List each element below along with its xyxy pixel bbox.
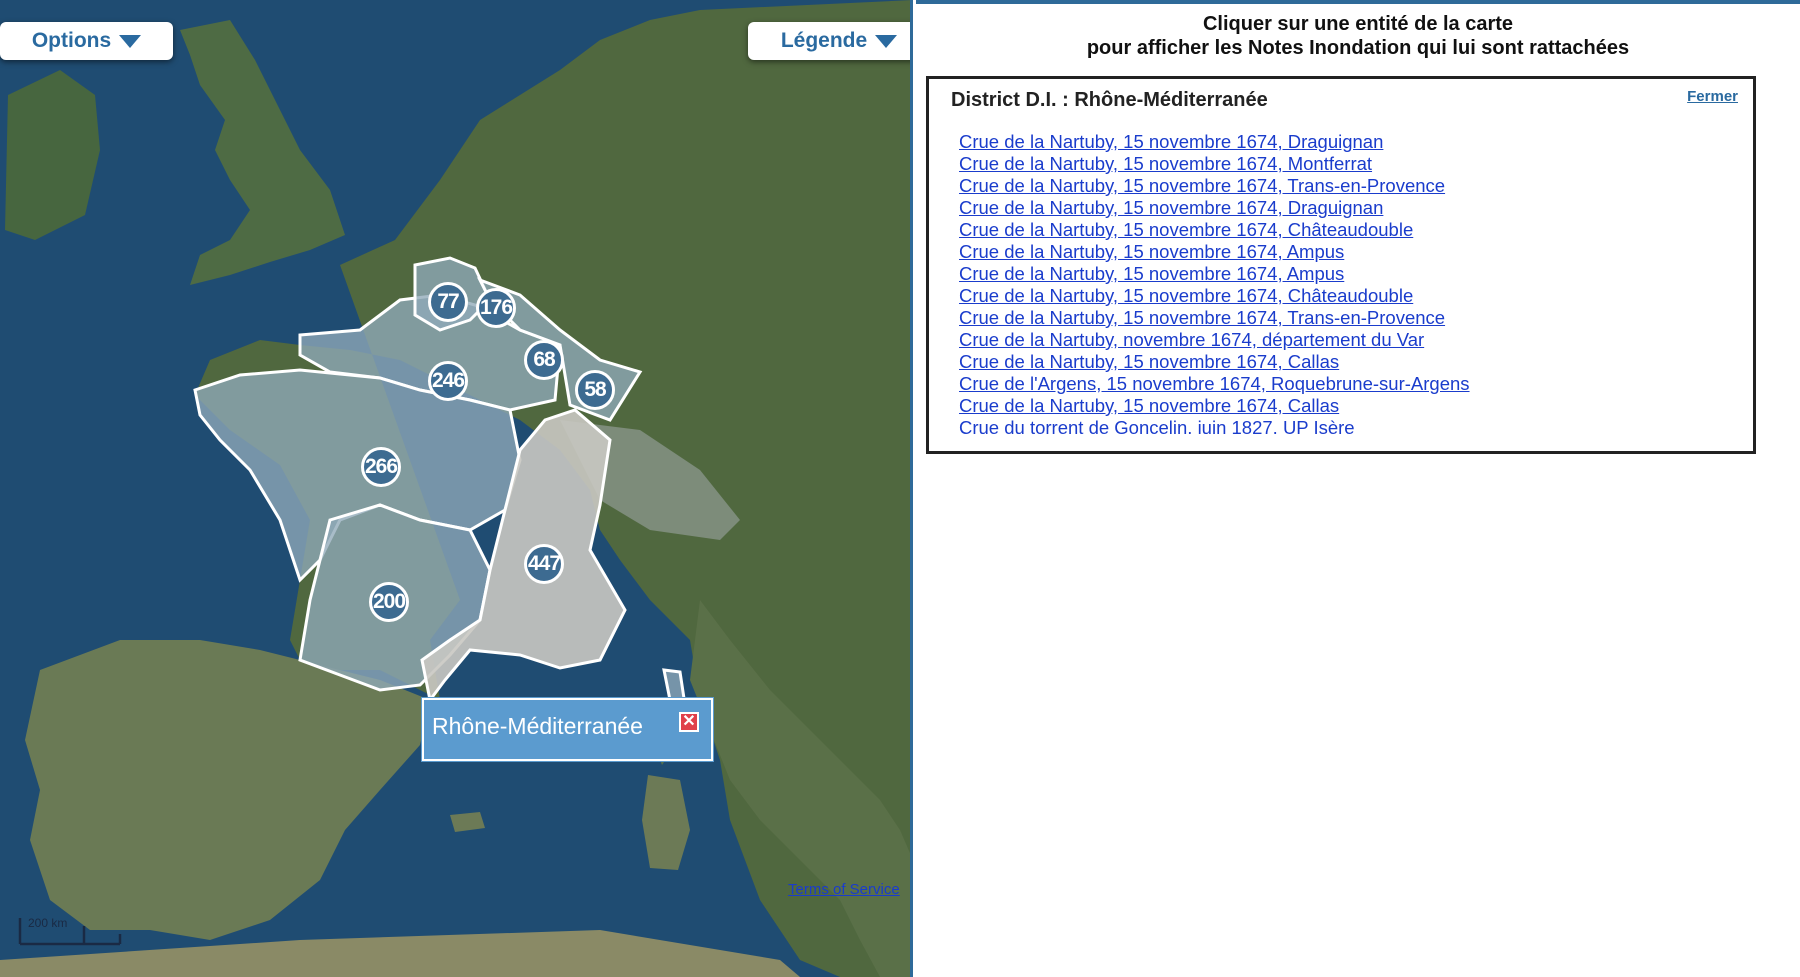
terms-of-service-link[interactable]: Terms of Service: [788, 881, 900, 898]
flood-note-link[interactable]: Crue de la Nartuby, 15 novembre 1674, Ca…: [959, 395, 1470, 417]
options-label: Options: [31, 29, 112, 52]
legend-label: Légende: [780, 29, 868, 52]
cluster-marker[interactable]: 58: [575, 370, 615, 410]
flood-note-link[interactable]: Crue de la Nartuby, 15 novembre 1674, Am…: [959, 241, 1470, 263]
scale-bar-graphic: [18, 918, 122, 946]
flood-note-link[interactable]: Crue de la Nartuby, 15 novembre 1674, Ca…: [959, 351, 1470, 373]
flood-note-link[interactable]: Crue de la Nartuby, 15 novembre 1674, Am…: [959, 263, 1470, 285]
instruction-line-1: Cliquer sur une entité de la carte: [1202, 13, 1514, 35]
cluster-marker[interactable]: 200: [369, 582, 409, 622]
flood-note-link[interactable]: Crue de la Nartuby, 15 novembre 1674, Ch…: [959, 285, 1470, 307]
instruction-text: Cliquer sur une entité de la carte pour …: [916, 12, 1800, 60]
flood-note-item: Crue du torrent de Goncelin. iuin 1827. …: [959, 417, 1355, 438]
flood-note-link[interactable]: Crue de la Nartuby, 15 novembre 1674, Dr…: [959, 197, 1470, 219]
flood-note-link[interactable]: Crue de la Nartuby, 15 novembre 1674, Ch…: [959, 219, 1470, 241]
cluster-marker[interactable]: 266: [361, 447, 401, 487]
flood-notes-list: Crue de la Nartuby, 15 novembre 1674, Dr…: [959, 131, 1470, 439]
close-result-link[interactable]: Fermer: [1687, 88, 1738, 105]
panel-top-border: [916, 0, 1800, 4]
cluster-marker[interactable]: 447: [524, 544, 564, 584]
legend-button[interactable]: Légende: [748, 22, 910, 60]
cluster-marker[interactable]: 246: [428, 361, 468, 401]
cluster-count: 77: [437, 290, 459, 313]
flood-note-link[interactable]: Crue de la Nartuby, novembre 1674, dépar…: [959, 329, 1470, 351]
flood-note-link[interactable]: Crue de la Nartuby, 15 novembre 1674, Mo…: [959, 153, 1470, 175]
cluster-count: 447: [527, 552, 561, 575]
cluster-count: 176: [479, 296, 513, 319]
cluster-count: 58: [584, 378, 606, 401]
cluster-marker[interactable]: 77: [428, 282, 468, 322]
flood-note-link[interactable]: Crue de la Nartuby, 15 novembre 1674, Tr…: [959, 307, 1470, 329]
cluster-count: 68: [533, 348, 555, 371]
chevron-down-icon: [119, 34, 142, 48]
scale-bar: 200 km: [18, 916, 122, 948]
popup-title: Rhône-Méditerranée: [432, 713, 643, 739]
flood-note-link[interactable]: Crue de l'Argens, 15 novembre 1674, Roqu…: [959, 373, 1470, 395]
result-box: District D.I. : Rhône-Méditerranée Ferme…: [926, 76, 1756, 454]
chevron-down-icon: [875, 34, 898, 48]
cluster-count: 200: [372, 590, 406, 613]
options-button[interactable]: Options: [0, 22, 173, 60]
region-popup: Rhône-Méditerranée ✕: [422, 698, 713, 761]
close-icon[interactable]: ✕: [679, 712, 699, 732]
cluster-marker[interactable]: 176: [476, 288, 516, 328]
map-basemap[interactable]: [0, 0, 913, 977]
map-view[interactable]: Options Légende 77 176 68 58 246 266 447…: [0, 0, 913, 977]
cluster-count: 246: [431, 369, 465, 392]
result-title: District D.I. : Rhône-Méditerranée: [951, 89, 1268, 111]
cluster-count: 266: [364, 455, 398, 478]
cluster-marker[interactable]: 68: [524, 340, 564, 380]
flood-note-link[interactable]: Crue de la Nartuby, 15 novembre 1674, Tr…: [959, 175, 1470, 197]
flood-note-link[interactable]: Crue de la Nartuby, 15 novembre 1674, Dr…: [959, 131, 1470, 153]
instruction-line-2: pour afficher les Notes Inondation qui l…: [1086, 37, 1630, 59]
